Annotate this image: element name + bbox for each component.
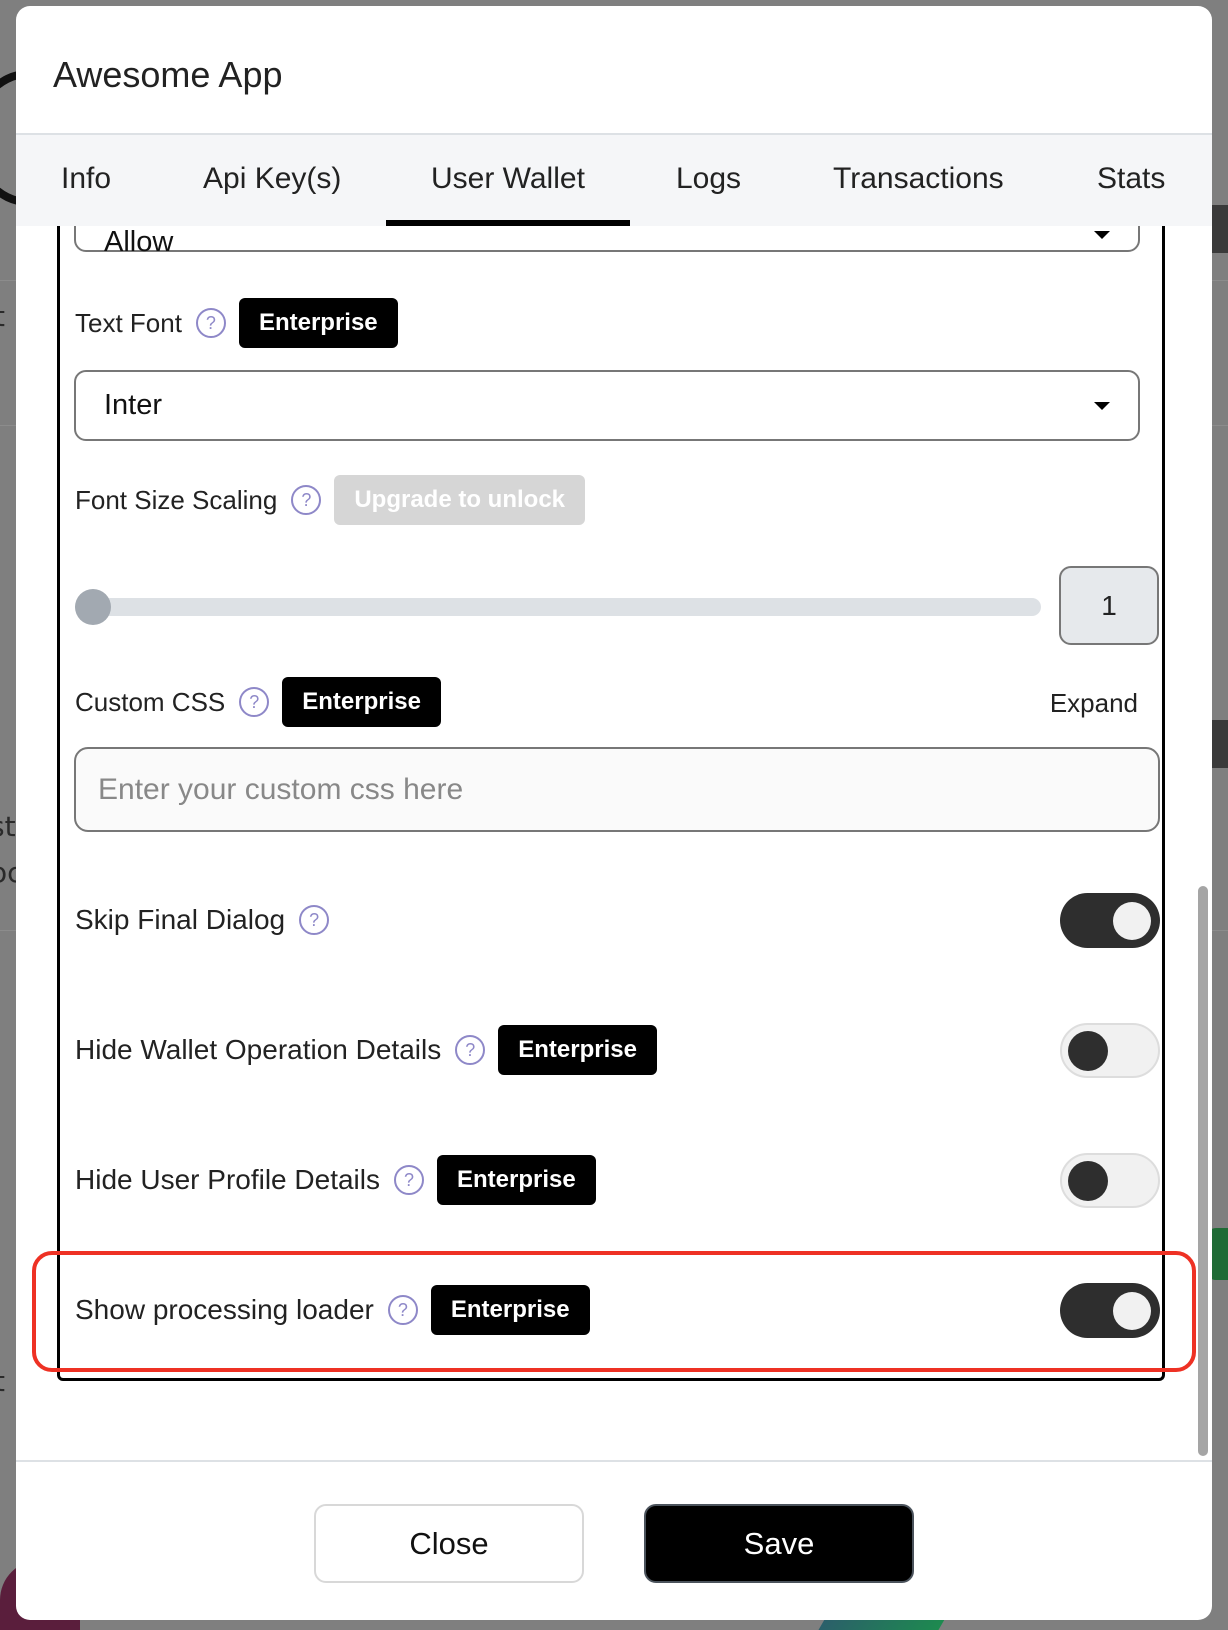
modal-footer: Close Save <box>16 1460 1212 1620</box>
permission-select-value: Allow <box>104 226 174 258</box>
scrollbar[interactable] <box>1198 886 1208 1456</box>
upgrade-to-unlock-badge[interactable]: Upgrade to unlock <box>334 475 586 525</box>
custom-css-label: Custom CSS <box>75 686 226 717</box>
tab-bar: Info Api Key(s) User Wallet Logs Transac… <box>16 135 1212 226</box>
settings-scroll-area: Allow Text Font ? Enterprise Inter Font … <box>16 226 1212 1466</box>
background-text: t <box>0 300 5 333</box>
background-text: st <box>0 810 16 843</box>
skip-final-dialog-toggle[interactable] <box>1060 893 1160 948</box>
text-font-label-row: Text Font ? Enterprise <box>75 298 398 348</box>
hide-user-profile-details-label: Hide User Profile Details <box>75 1164 380 1195</box>
skip-final-dialog-label: Skip Final Dialog <box>75 904 286 935</box>
help-icon[interactable]: ? <box>299 905 330 935</box>
help-icon[interactable]: ? <box>387 1295 418 1325</box>
help-icon[interactable]: ? <box>195 308 226 338</box>
modal-title: Awesome App <box>53 54 283 95</box>
show-processing-loader-row: Show processing loader ? Enterprise <box>75 1280 1160 1340</box>
enterprise-badge: Enterprise <box>430 1285 590 1335</box>
help-icon[interactable]: ? <box>239 687 270 717</box>
enterprise-badge: Enterprise <box>238 298 398 348</box>
font-size-scaling-label-row: Font Size Scaling ? Upgrade to unlock <box>75 475 586 525</box>
hide-user-profile-details-row: Hide User Profile Details ? Enterprise <box>75 1150 1160 1210</box>
enterprise-badge: Enterprise <box>282 677 441 727</box>
hide-user-profile-details-toggle[interactable] <box>1060 1153 1160 1208</box>
tab-stats[interactable]: Stats <box>1097 135 1165 226</box>
tab-transactions[interactable]: Transactions <box>833 135 1004 226</box>
text-font-select[interactable]: Inter <box>74 370 1140 441</box>
show-processing-loader-label: Show processing loader <box>75 1294 374 1325</box>
chevron-down-icon <box>1094 231 1110 239</box>
tab-logs[interactable]: Logs <box>676 135 741 226</box>
skip-final-dialog-row: Skip Final Dialog ? <box>75 890 1160 950</box>
help-icon[interactable]: ? <box>455 1035 486 1065</box>
hide-wallet-operation-details-label: Hide Wallet Operation Details <box>75 1034 442 1065</box>
font-size-slider-thumb[interactable] <box>75 589 111 625</box>
help-icon[interactable]: ? <box>291 485 322 515</box>
modal-header: Awesome App <box>16 6 1212 135</box>
permission-select[interactable]: Allow <box>74 226 1140 258</box>
save-button[interactable]: Save <box>644 1504 914 1583</box>
font-size-slider-track[interactable] <box>75 598 1041 616</box>
hide-wallet-operation-details-toggle[interactable] <box>1060 1023 1160 1078</box>
enterprise-badge: Enterprise <box>498 1025 657 1075</box>
tab-user-wallet[interactable]: User Wallet <box>386 135 630 226</box>
font-size-value-input[interactable]: 1 <box>1059 566 1159 645</box>
app-settings-modal: Awesome App Info Api Key(s) User Wallet … <box>16 6 1212 1620</box>
help-icon[interactable]: ? <box>394 1165 424 1195</box>
font-size-scaling-label: Font Size Scaling <box>75 484 278 515</box>
expand-css-link[interactable]: Expand <box>1050 688 1138 719</box>
hide-wallet-operation-details-row: Hide Wallet Operation Details ? Enterpri… <box>75 1020 1160 1080</box>
close-button[interactable]: Close <box>314 1504 584 1583</box>
enterprise-badge: Enterprise <box>437 1155 596 1205</box>
custom-css-label-row: Custom CSS ? Enterprise <box>75 677 441 727</box>
background-text: t <box>0 1365 5 1398</box>
tab-info[interactable]: Info <box>61 135 111 226</box>
custom-css-input[interactable]: Enter your custom css here <box>74 747 1160 832</box>
chevron-down-icon <box>1094 402 1110 410</box>
tab-api-keys[interactable]: Api Key(s) <box>203 135 341 226</box>
text-font-label: Text Font <box>75 307 182 338</box>
text-font-select-value: Inter <box>104 389 163 421</box>
show-processing-loader-toggle[interactable] <box>1060 1283 1160 1338</box>
